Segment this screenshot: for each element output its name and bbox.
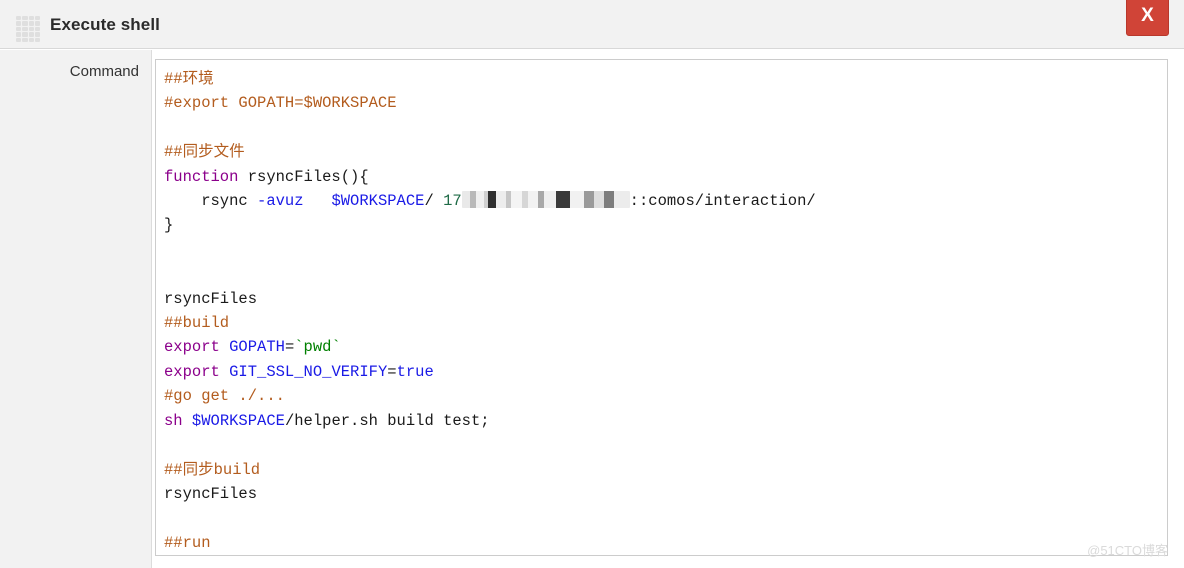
code-line: ##环境 <box>164 67 1167 91</box>
execute-shell-panel: Execute shell X Command ##环境 #export GOPA… <box>0 0 1184 568</box>
code-token: rsyncFiles <box>164 289 258 308</box>
code-token: rsyncFiles <box>164 484 258 503</box>
command-label: Command <box>69 63 139 80</box>
code-line: export GOPATH=`pwd` <box>164 335 1167 359</box>
code-token: ##环境 <box>164 70 214 88</box>
code-token: = <box>387 362 397 381</box>
code-token: #go get ./... <box>164 387 285 406</box>
code-token: / <box>424 192 444 211</box>
code-token: = <box>284 338 295 357</box>
code-line: } <box>164 213 1167 237</box>
command-code-content: ##环境 #export GOPATH=$WORKSPACE ##同步文件 func… <box>156 60 1167 556</box>
code-line: sh $WORKSPACE/helper.sh build test; <box>164 409 1167 433</box>
watermark: @51CTO博客 <box>1087 543 1168 558</box>
code-line: rsync -avuz $WORKSPACE/ 17::comos/intera… <box>164 189 1167 213</box>
code-line: function rsyncFiles(){ <box>164 165 1167 189</box>
code-line: ##build <box>164 311 1167 335</box>
code-token: ::comos/interaction/ <box>629 192 816 211</box>
drag-handle-icon[interactable] <box>16 16 40 42</box>
command-textarea[interactable]: ##环境 #export GOPATH=$WORKSPACE ##同步文件 func… <box>155 59 1168 556</box>
code-token: rsyncFiles(){ <box>238 167 369 186</box>
command-form-row: Command ##环境 #export GOPATH=$WORKSPACE ##… <box>0 50 1184 568</box>
code-token: ##build <box>164 314 230 333</box>
code-token: function <box>164 167 239 186</box>
code-token: $WORKSPACE <box>331 192 425 211</box>
code-token: GIT_SSL_NO_VERIFY <box>229 362 388 381</box>
code-line: export GIT_SSL_NO_VERIFY=true <box>164 360 1167 384</box>
code-token: `pwd` <box>294 338 341 357</box>
close-icon[interactable]: X <box>1126 0 1169 36</box>
code-line: rsyncFiles <box>164 482 1167 506</box>
code-token: export <box>164 338 220 357</box>
code-token: rsync <box>164 192 258 211</box>
code-token: #export GOPATH=$WORKSPACE <box>164 94 397 113</box>
code-line: ##run <box>164 531 1167 555</box>
code-token: } <box>164 216 174 235</box>
panel-title: Execute shell <box>50 15 160 34</box>
redacted-host-mosaic <box>461 191 630 209</box>
code-line: #export GOPATH=$WORKSPACE <box>164 91 1167 115</box>
panel-header: Execute shell X <box>0 0 1184 49</box>
code-token: $WORKSPACE <box>191 411 285 430</box>
code-line: #go get ./... <box>164 384 1167 408</box>
code-token: true <box>396 362 434 381</box>
code-line: ##同步文件 <box>164 140 1167 164</box>
code-line: salt '' cmd.run 'sudo /usr/bin/superviso… <box>164 555 1167 556</box>
code-token: ##同步build <box>164 460 261 479</box>
code-token: -avuz <box>257 192 304 211</box>
code-token: ##run <box>164 533 211 552</box>
code-line: ##同步build <box>164 458 1167 482</box>
code-token: sh <box>164 411 183 430</box>
code-token: 17 <box>443 192 462 211</box>
code-token: /helper.sh build test; <box>284 411 490 430</box>
code-token: export <box>164 362 220 381</box>
code-token: ##同步文件 <box>164 143 245 162</box>
code-line: rsyncFiles <box>164 287 1167 311</box>
code-token: GOPATH <box>229 338 285 357</box>
label-column: Command <box>0 50 152 568</box>
